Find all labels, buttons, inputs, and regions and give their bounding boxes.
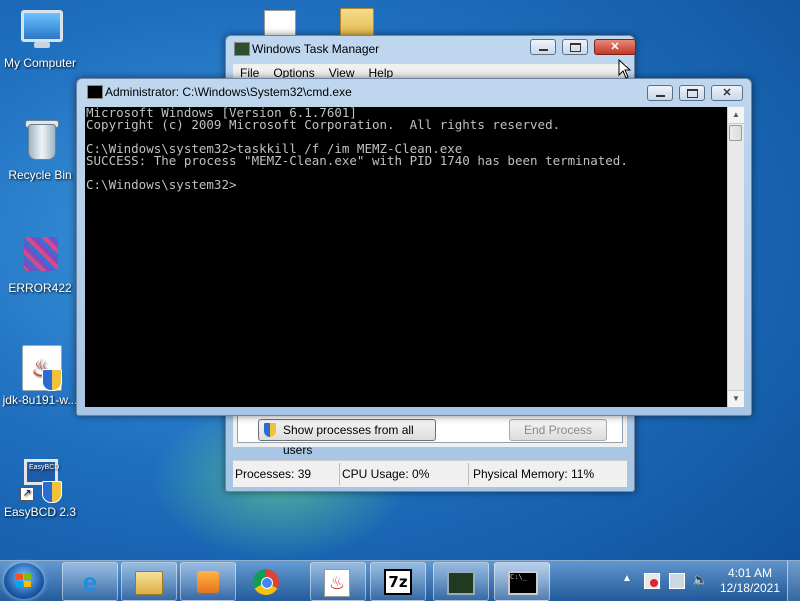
app-icon (24, 237, 58, 271)
cmd-icon: C:\_ (508, 571, 538, 595)
taskbar-explorer-button[interactable] (121, 562, 177, 601)
console-output[interactable]: Microsoft Windows [Version 6.1.7601] Copy… (86, 107, 721, 405)
window-title: Windows Task Manager (252, 42, 380, 56)
desktop-icon-easybcd[interactable]: EasyBCD ↗ EasyBCD 2.3 (0, 457, 82, 519)
desktop-icon-recycle-bin[interactable]: Recycle Bin (0, 120, 82, 182)
status-bar: Processes: 39 CPU Usage: 0% Physical Mem… (233, 460, 627, 487)
7zip-icon: 7z (384, 569, 412, 595)
explorer-icon (135, 571, 163, 595)
chrome-icon (253, 569, 279, 595)
maximize-button[interactable] (679, 85, 705, 101)
desktop-icon-label: Recycle Bin (8, 168, 72, 182)
scroll-up-icon[interactable]: ▲ (728, 107, 744, 124)
cmd-titlebar[interactable]: Administrator: C:\Windows\System32\cmd.e… (77, 79, 751, 105)
console-line: SUCCESS: The process "MEMZ-Clean.exe" wi… (86, 153, 628, 168)
console-line: C:\Windows\system32> (86, 177, 237, 192)
status-processes: Processes: 39 (235, 467, 312, 481)
window-title: Administrator: C:\Windows\System32\cmd.e… (105, 85, 352, 99)
uac-shield-icon (264, 423, 276, 437)
show-hidden-icons-icon[interactable]: ▲ (622, 573, 636, 587)
taskbar-java-button[interactable]: ♨ (310, 562, 366, 601)
start-button[interactable] (4, 563, 44, 599)
taskbar-task-manager-button[interactable] (433, 562, 489, 601)
desktop-icon-jdk[interactable]: ♨ jdk-8u191-w... (0, 345, 82, 407)
uac-shield-icon (42, 481, 62, 503)
desktop-icon-error422[interactable]: ERROR422 (0, 233, 82, 295)
java-icon: ♨ (324, 569, 350, 597)
minimize-button[interactable] (647, 85, 673, 101)
cmd-window[interactable]: Administrator: C:\Windows\System32\cmd.e… (76, 78, 752, 416)
desktop-icon-my-computer[interactable]: My Computer (0, 8, 82, 70)
console-area[interactable]: Microsoft Windows [Version 6.1.7601] Copy… (85, 107, 727, 407)
windows-logo-icon (16, 574, 32, 588)
system-clock[interactable]: 4:01 AM 12/18/2021 (720, 566, 780, 596)
close-button[interactable]: ✕ (594, 39, 636, 55)
button-label: Show processes from all users (283, 423, 414, 457)
taskbar-ie-button[interactable]: e (62, 562, 118, 601)
taskbar-chrome-button[interactable] (239, 562, 295, 601)
shortcut-arrow-icon: ↗ (20, 487, 34, 501)
desktop-icon-label: jdk-8u191-w... (2, 393, 78, 407)
desktop-icon-label: ERROR422 (8, 281, 72, 295)
computer-icon (21, 10, 63, 42)
taskbar-media-player-button[interactable] (180, 562, 236, 601)
network-icon[interactable] (669, 573, 685, 589)
end-process-button[interactable]: End Process (509, 419, 607, 441)
task-manager-icon (234, 42, 250, 56)
task-manager-icon (447, 571, 475, 595)
folder-icon[interactable] (340, 8, 374, 38)
status-cpu: CPU Usage: 0% (342, 467, 430, 481)
vertical-scrollbar[interactable]: ▲ ▼ (727, 107, 744, 407)
minimize-button[interactable] (530, 39, 556, 55)
status-memory: Physical Memory: 11% (473, 467, 595, 481)
show-all-processes-button[interactable]: Show processes from all users (258, 419, 436, 457)
document-icon[interactable] (264, 10, 296, 38)
console-line: Copyright (c) 2009 Microsoft Corporation… (86, 117, 561, 132)
desktop-icon-label: EasyBCD 2.3 (3, 505, 77, 519)
scroll-thumb[interactable] (729, 125, 742, 141)
show-desktop-button[interactable] (787, 561, 800, 601)
recycle-bin-icon (28, 124, 56, 160)
taskbar: e ♨ 7z C:\_ ▲ 🔈 4:01 AM 12/18/2021 (0, 560, 800, 601)
action-center-icon[interactable] (644, 573, 660, 589)
clock-time: 4:01 AM (727, 566, 772, 580)
scroll-down-icon[interactable]: ▼ (728, 390, 744, 407)
cmd-icon (87, 85, 103, 99)
clock-date: 12/18/2021 (719, 581, 780, 595)
task-manager-titlebar[interactable]: Windows Task Manager ✕ (226, 36, 636, 62)
uac-shield-icon (42, 369, 62, 391)
volume-icon[interactable]: 🔈 (692, 573, 708, 587)
maximize-button[interactable] (562, 39, 588, 55)
close-button[interactable]: ✕ (711, 85, 743, 101)
button-label: End Process (523, 423, 593, 437)
media-player-icon (197, 571, 219, 593)
taskbar-7zip-button[interactable]: 7z (370, 562, 426, 601)
ie-icon: e (82, 567, 98, 597)
desktop-icon-label: My Computer (3, 56, 77, 70)
taskbar-cmd-button[interactable]: C:\_ (494, 562, 550, 601)
